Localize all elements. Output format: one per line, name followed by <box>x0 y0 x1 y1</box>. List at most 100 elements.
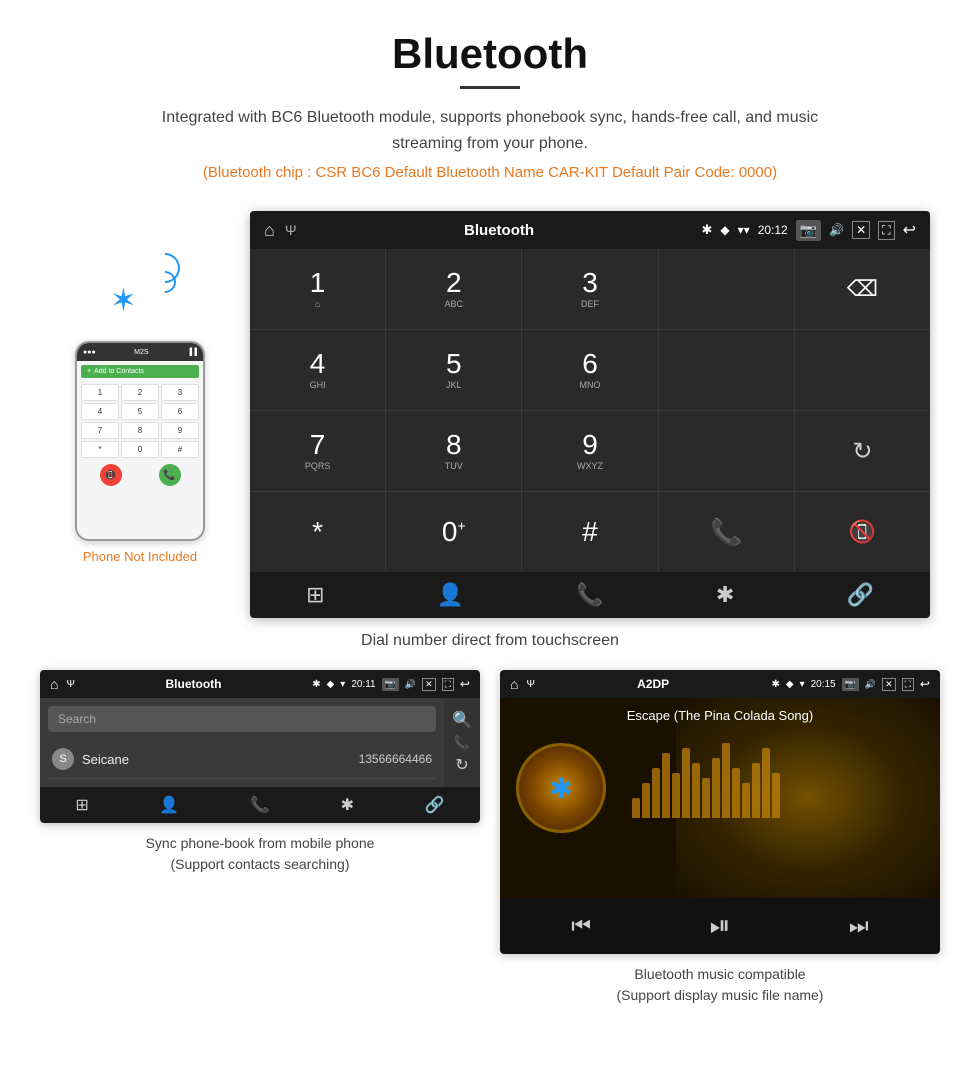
nav-contacts-icon[interactable]: 👤 <box>437 582 464 608</box>
phonebook-camera-icon[interactable]: 📷 <box>382 678 399 691</box>
phone-end-call-btn[interactable]: 📵 <box>100 464 122 486</box>
prev-track-icon[interactable]: ⏮ <box>571 913 591 939</box>
dial-key-2[interactable]: 2 ABC <box>386 249 521 329</box>
music-full-icon[interactable]: ⛶ <box>902 678 914 691</box>
music-back-icon[interactable]: ↩ <box>920 677 930 691</box>
dial-key-call-red[interactable]: 📵 <box>795 492 930 572</box>
dial-key-9[interactable]: 9 WXYZ <box>522 411 657 491</box>
dial-key-call-green[interactable]: 📞 <box>659 492 794 572</box>
phonebook-mini-screen: ⌂ Ψ Bluetooth ✱ ◆ ▾ 20:11 📷 🔊 ✕ ⛶ ↩ <box>40 670 480 823</box>
phone-content: + Add to Contacts 1 2 3 4 5 6 7 8 9 * 0 … <box>77 361 203 539</box>
pb-nav-phone-icon[interactable]: 📞 <box>250 795 270 815</box>
screen-nav-bar: ⊞ 👤 📞 ✱ 🔗 <box>250 572 930 618</box>
phone-key-3[interactable]: 3 <box>161 384 199 401</box>
phone-key-1[interactable]: 1 <box>81 384 119 401</box>
eq-bar <box>762 748 770 818</box>
contact-row[interactable]: S Seicane 13566664466 <box>48 740 436 779</box>
nav-phone-icon[interactable]: 📞 <box>576 582 603 608</box>
phonebook-status-bar: ⌂ Ψ Bluetooth ✱ ◆ ▾ 20:11 📷 🔊 ✕ ⛶ ↩ <box>40 670 480 698</box>
side-phone-icon[interactable]: 📞 <box>454 735 470 751</box>
nav-bluetooth-icon[interactable]: ✱ <box>716 582 734 608</box>
eq-bar <box>702 778 710 818</box>
phonebook-home-icon[interactable]: ⌂ <box>50 676 58 692</box>
music-screenshot-block: ⌂ Ψ A2DP ✱ ◆ ▾ 20:15 📷 🔊 ✕ ⛶ ↩ <box>500 670 940 1006</box>
music-home-icon[interactable]: ⌂ <box>510 676 518 692</box>
nav-grid-icon[interactable]: ⊞ <box>306 582 324 608</box>
back-icon[interactable]: ↩ <box>903 220 916 240</box>
phonebook-full-icon[interactable]: ⛶ <box>442 678 454 691</box>
next-track-icon[interactable]: ⏭ <box>849 913 869 939</box>
home-icon[interactable]: ⌂ <box>264 220 275 241</box>
dial-key-8[interactable]: 8 TUV <box>386 411 521 491</box>
phonebook-signal: ▾ <box>340 679 345 690</box>
eq-bar <box>652 768 660 818</box>
phone-key-7[interactable]: 7 <box>81 422 119 439</box>
nav-link-icon[interactable]: 🔗 <box>846 582 873 608</box>
phonebook-main: Search S Seicane 13566664466 <box>40 698 444 787</box>
music-usb-icon: Ψ <box>526 679 534 690</box>
dial-key-1[interactable]: 1 ⌂ <box>250 249 385 329</box>
pb-nav-bt-icon[interactable]: ✱ <box>341 795 354 815</box>
signal-icon: ▾▾ <box>738 223 750 237</box>
search-bar[interactable]: Search <box>48 706 436 732</box>
pb-nav-contacts-icon[interactable]: 👤 <box>159 795 179 815</box>
phone-key-0[interactable]: 0 <box>121 441 159 458</box>
phone-battery: ▐▐ <box>187 349 197 356</box>
search-placeholder: Search <box>58 712 96 726</box>
eq-bar <box>662 753 670 818</box>
phone-key-8[interactable]: 8 <box>121 422 159 439</box>
dial-key-5[interactable]: 5 JKL <box>386 330 521 410</box>
phone-key-hash[interactable]: # <box>161 441 199 458</box>
camera-icon[interactable]: 📷 <box>796 220 821 241</box>
phonebook-close-icon[interactable]: ✕ <box>422 678 436 691</box>
phone-call-btn[interactable]: 📞 <box>159 464 181 486</box>
play-pause-icon[interactable]: ⏯ <box>710 910 731 942</box>
phone-key-5[interactable]: 5 <box>121 403 159 420</box>
music-caption-line2: (Support display music file name) <box>617 987 824 1003</box>
dialpad-grid: 1 ⌂ 2 ABC 3 DEF ⌫ 4 GHI 5 JKL <box>250 249 930 572</box>
music-close-icon[interactable]: ✕ <box>882 678 896 691</box>
dial-key-hash[interactable]: # <box>522 492 657 572</box>
phone-key-2[interactable]: 2 <box>121 384 159 401</box>
close-icon[interactable]: ✕ <box>852 221 870 239</box>
phonebook-content: Search S Seicane 13566664466 🔍 📞 ↻ <box>40 698 480 787</box>
music-time: 20:15 <box>811 679 836 690</box>
side-refresh-icon[interactable]: ↻ <box>455 755 468 775</box>
side-search-icon[interactable]: 🔍 <box>452 710 472 730</box>
phonebook-loc-icon: ◆ <box>327 679 335 690</box>
contact-left: S Seicane <box>52 748 129 770</box>
dial-key-3[interactable]: 3 DEF <box>522 249 657 329</box>
phone-key-6[interactable]: 6 <box>161 403 199 420</box>
music-app-name: A2DP <box>637 677 669 691</box>
phone-key-9[interactable]: 9 <box>161 422 199 439</box>
phonebook-back-icon[interactable]: ↩ <box>460 677 470 691</box>
dial-key-empty-1 <box>659 249 794 329</box>
phone-key-star[interactable]: * <box>81 441 119 458</box>
volume-icon[interactable]: 🔊 <box>829 223 844 237</box>
fullscreen-icon[interactable]: ⛶ <box>878 221 894 240</box>
phone-add-contacts: + Add to Contacts <box>81 365 199 378</box>
phone-key-4[interactable]: 4 <box>81 403 119 420</box>
music-camera-icon[interactable]: 📷 <box>842 678 859 691</box>
eq-bar <box>732 768 740 818</box>
music-vol-icon[interactable]: 🔊 <box>865 679 876 690</box>
dial-key-star[interactable]: * <box>250 492 385 572</box>
phonebook-caption: Sync phone-book from mobile phone (Suppo… <box>146 833 375 875</box>
description: Integrated with BC6 Bluetooth module, su… <box>140 105 840 156</box>
music-mini-screen: ⌂ Ψ A2DP ✱ ◆ ▾ 20:15 📷 🔊 ✕ ⛶ ↩ <box>500 670 940 954</box>
pb-nav-link-icon[interactable]: 🔗 <box>425 795 445 815</box>
pb-nav-grid-icon[interactable]: ⊞ <box>75 795 88 815</box>
dial-key-redial[interactable]: ↻ <box>795 411 930 491</box>
phone-signal: ●●● <box>83 349 96 356</box>
phonebook-vol-icon[interactable]: 🔊 <box>405 679 416 690</box>
dial-key-7[interactable]: 7 PQRS <box>250 411 385 491</box>
eq-bar <box>672 773 680 818</box>
music-loc-icon: ◆ <box>786 679 794 690</box>
dial-key-6[interactable]: 6 MNO <box>522 330 657 410</box>
big-screen-app-name: Bluetooth <box>464 222 534 239</box>
dial-key-0[interactable]: 0+ <box>386 492 521 572</box>
dial-key-backspace[interactable]: ⌫ <box>795 249 930 329</box>
dial-key-4[interactable]: 4 GHI <box>250 330 385 410</box>
music-song-name: Escape (The Pina Colada Song) <box>500 698 940 733</box>
contact-number: 13566664466 <box>359 752 432 766</box>
